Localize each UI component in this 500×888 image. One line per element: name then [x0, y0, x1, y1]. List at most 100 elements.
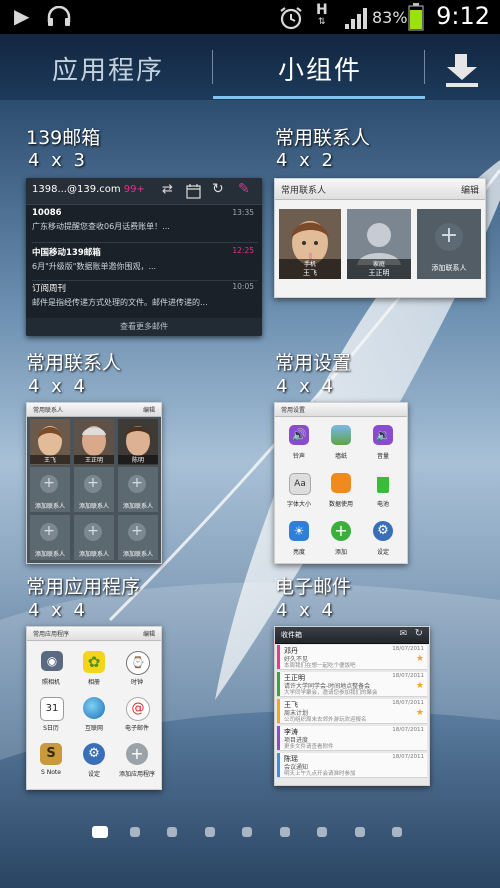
settings-item-volume[interactable]: 🔉 音量 [363, 425, 403, 465]
compose-icon[interactable]: ✉ [399, 629, 407, 639]
view-more-mail-button[interactable]: 查看更多邮件 [26, 318, 262, 336]
contact-card[interactable]: 王飞 [30, 419, 70, 465]
add-contact-button[interactable]: + 添加联系人 [118, 515, 158, 560]
settings-item-battery[interactable]: 电池 [363, 473, 403, 513]
email-list-item[interactable]: 王飞 周末计划 公司组织周末去郊外游玩欢迎报名 18/07/2011 ★ [277, 699, 427, 724]
hspa-icon: H [316, 2, 328, 18]
edit-button[interactable]: 编辑 [143, 629, 155, 638]
email-preview: 明天上午九点开会请准时参加 [284, 771, 356, 777]
mail-sender: 订阅周刊 [32, 284, 67, 294]
star-icon[interactable]: ★ [416, 654, 424, 664]
compose-icon[interactable]: ✎ [238, 181, 250, 197]
list-item[interactable]: 订阅周刊 邮件是指经传递方式处理的文件。邮件进传递的... 10:05 [32, 282, 258, 314]
widget-frequent-apps[interactable]: 常用应用程序 编辑 ◉ 照相机 ✿ 相册 ⌚ 时钟 31 S日历 互联网 @ 电子邮件 S… [26, 626, 162, 790]
settings-item-wallpaper[interactable]: 墙纸 [321, 425, 361, 465]
app-internet[interactable]: 互联网 [74, 697, 114, 737]
add-contact-label: 添加联系人 [431, 264, 467, 272]
speaker-icon: 🔊 [289, 425, 309, 445]
email-list-item[interactable]: 邓丹 好久不见 本周我们在想一起吃个便饭吧 18/07/2011 ★ [277, 645, 427, 670]
contact-card[interactable]: 手机 王飞 [279, 209, 341, 279]
app-email[interactable]: @ 电子邮件 [117, 697, 157, 737]
add-contact-button[interactable]: + 添加联系人 [74, 467, 114, 512]
calendar-icon[interactable] [186, 183, 202, 199]
plus-icon: + [84, 475, 102, 493]
settings-item-settings[interactable]: ⚙ 设定 [363, 521, 403, 561]
email-preview: 本周我们在想一起吃个便饭吧 [284, 663, 356, 669]
widget-title: 139邮箱 [26, 127, 101, 149]
tab-apps[interactable]: 应用程序 [52, 50, 164, 87]
contact-name: 王正明 [368, 269, 390, 277]
edit-button[interactable]: 编辑 [461, 183, 479, 196]
plus-icon: + [40, 523, 58, 541]
color-tag [277, 753, 280, 777]
settings-item-brightness[interactable]: ☀ 亮度 [279, 521, 319, 561]
page-dot[interactable] [279, 827, 290, 837]
settings-item-data-usage[interactable]: 数据使用 [321, 473, 361, 513]
plus-icon: + [40, 475, 58, 493]
add-contact-button[interactable]: + 添加联系人 [74, 515, 114, 560]
mail-sender: 10086 [32, 208, 62, 218]
edit-button[interactable]: 编辑 [143, 405, 155, 414]
add-contact-button[interactable]: + 添加联系人 [417, 209, 481, 279]
data-usage-icon [331, 473, 351, 493]
page-dot[interactable] [129, 827, 140, 837]
swap-icon[interactable]: ⇄ [162, 182, 173, 197]
mail-account: 1398...@139.com [32, 184, 121, 195]
add-contact-button[interactable]: + 添加联系人 [118, 467, 158, 512]
brightness-icon: ☀ [289, 521, 309, 541]
contact-card[interactable]: 陈明 [118, 419, 158, 465]
page-dot[interactable] [354, 827, 365, 837]
calendar-icon: 31 [40, 697, 64, 721]
email-list-item[interactable]: 王正明 请许大学同学会-时间地点整备会 大学同学聚会，邀请您参加我们的聚会 18/07… [277, 672, 427, 697]
battery-icon [408, 3, 424, 31]
widget-size: 4 x 4 [28, 600, 88, 621]
star-icon[interactable]: ★ [416, 681, 424, 691]
settings-item-add[interactable]: + 添加 [321, 521, 361, 561]
app-clock[interactable]: ⌚ 时钟 [117, 651, 157, 691]
page-dot[interactable] [242, 827, 252, 837]
add-app-button[interactable]: + 添加应用程序 [117, 743, 157, 783]
mail-time: 13:35 [232, 208, 254, 217]
widget-size: 4 x 3 [28, 150, 88, 171]
contact-card[interactable]: 家庭 王正明 [347, 209, 411, 279]
app-camera[interactable]: ◉ 照相机 [31, 651, 71, 691]
refresh-icon[interactable]: ↻ [415, 628, 423, 639]
settings-item-ringtone[interactable]: 🔊 铃声 [279, 425, 319, 465]
list-item[interactable]: 10086 广东移动提醒您查收06月话费账单！... 13:35 [32, 208, 258, 243]
app-s-note[interactable]: SS Note [31, 743, 71, 783]
app-settings[interactable]: ⚙ 设定 [74, 743, 114, 783]
widget-contacts-4x4[interactable]: 常用联系人 编辑 王飞 王正明 陈明 + 添加联系人 + 添加联系人 + 添加联系人 … [26, 402, 162, 564]
email-list-item[interactable]: 陈瑶 会议通知 明天上午九点开会请准时参加 18/07/2011 [277, 753, 427, 778]
status-bar: ▶ H ⇅ 83% 9:12 [0, 0, 500, 34]
widget-title: 常用应用程序 [26, 576, 141, 598]
settings-item-font-size[interactable]: Aa 字体大小 [279, 473, 319, 513]
download-icon[interactable] [440, 52, 484, 88]
tab-widgets[interactable]: 小组件 [278, 50, 362, 87]
widget-email[interactable]: 收件箱 ✉ ↻ 邓丹 好久不见 本周我们在想一起吃个便饭吧 18/07/2011 ★ 王正… [274, 626, 430, 786]
page-dot[interactable] [92, 826, 108, 838]
star-icon[interactable]: ★ [416, 708, 424, 718]
app-gallery[interactable]: ✿ 相册 [74, 651, 114, 691]
refresh-icon[interactable]: ↻ [212, 181, 224, 197]
add-contact-button[interactable]: + 添加联系人 [30, 515, 70, 560]
mail-preview: 6月"升级版"数据账单邀你围观，... [32, 262, 157, 271]
gear-icon: ⚙ [83, 743, 105, 765]
contact-card[interactable]: 王正明 [74, 419, 114, 465]
add-contact-button[interactable]: + 添加联系人 [30, 467, 70, 512]
widget-quick-settings[interactable]: 常用设置 🔊 铃声 墙纸 🔉 音量 Aa 字体大小 数据使用 电池 ☀ 亮度 + 添加 ⚙… [274, 402, 408, 564]
list-item[interactable]: 中国移动139邮箱 6月"升级版"数据账单邀你围观，... 12:25 [32, 246, 258, 281]
page-dot[interactable] [204, 827, 215, 837]
signal-icon [345, 8, 367, 29]
tab-divider [424, 50, 425, 84]
email-list-item[interactable]: 李涛 项目进度 更多文件请查看附件 18/07/2011 [277, 726, 427, 751]
page-dot[interactable] [317, 827, 327, 837]
widget-size: 4 x 4 [276, 600, 336, 621]
widget-header-title: 常用设置 [281, 407, 306, 414]
widget-title: 常用设置 [275, 352, 352, 374]
widget-contacts-4x2[interactable]: 常用联系人 编辑 手机 王飞 家庭 王正明 + 添加联系人 [274, 178, 486, 298]
widget-139-mail[interactable]: 1398...@139.com 99+ ⇄ ↻ ✎ 10086 广东移动提醒您查… [26, 178, 262, 336]
page-dot[interactable] [392, 827, 402, 837]
page-dot[interactable] [167, 827, 177, 837]
app-calendar[interactable]: 31 S日历 [31, 697, 71, 737]
unread-badge: 99+ [123, 184, 145, 195]
